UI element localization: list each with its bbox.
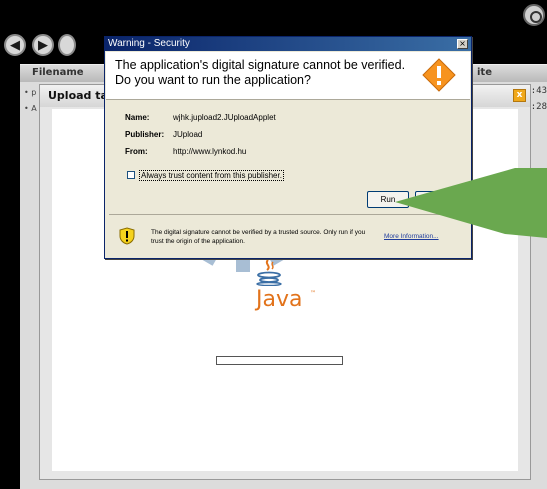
file-row-marker[interactable]: • p: [24, 88, 36, 97]
upload-dialog-close-button[interactable]: x: [513, 89, 526, 102]
settings-icon[interactable]: [523, 4, 545, 26]
green-pointer-arrow: [395, 168, 547, 238]
arrow-left-icon: ◀: [10, 37, 20, 53]
back-button[interactable]: ◀: [4, 34, 26, 56]
warning-icon: [422, 58, 456, 92]
java-trademark: ™: [310, 290, 316, 297]
third-nav-button[interactable]: [58, 34, 76, 56]
security-headline: The application's digital signature cann…: [115, 58, 405, 88]
arrow-right-icon: ▶: [38, 37, 48, 53]
detail-value: http://www.lynkod.hu: [173, 147, 247, 156]
java-wordmark: Java: [256, 287, 303, 312]
detail-value: wjhk.jupload2.JUploadApplet: [173, 113, 276, 122]
close-icon: x: [516, 90, 523, 100]
detail-key: Name:: [125, 113, 150, 122]
signature-footnote: The digital signature cannot be verified…: [151, 229, 366, 245]
always-trust-checkbox[interactable]: [127, 171, 135, 179]
detail-key: From:: [125, 147, 148, 156]
filename-column-header[interactable]: Filename: [32, 67, 84, 78]
shield-warning-icon: [119, 227, 135, 245]
security-headline-line1: The application's digital signature cann…: [115, 58, 406, 72]
java-cup-icon: [256, 259, 282, 286]
detail-key: Publisher:: [125, 130, 165, 139]
security-dialog-title: Warning - Security: [108, 38, 190, 49]
security-dialog-titlebar[interactable]: Warning - Security ×: [105, 37, 471, 51]
security-dialog-header: The application's digital signature cann…: [106, 52, 470, 100]
date-column-header[interactable]: ite: [477, 67, 492, 78]
security-dialog-close-button[interactable]: ×: [457, 39, 468, 49]
detail-value: JUpload: [173, 130, 203, 139]
security-headline-line2: Do you want to run the application?: [115, 73, 311, 87]
file-row-marker[interactable]: • A: [24, 104, 37, 113]
close-icon: ×: [459, 39, 466, 48]
forward-button[interactable]: ▶: [32, 34, 54, 56]
always-trust-label[interactable]: Always trust content from this publisher…: [139, 170, 284, 181]
applet-load-progress-bar: [216, 356, 343, 365]
